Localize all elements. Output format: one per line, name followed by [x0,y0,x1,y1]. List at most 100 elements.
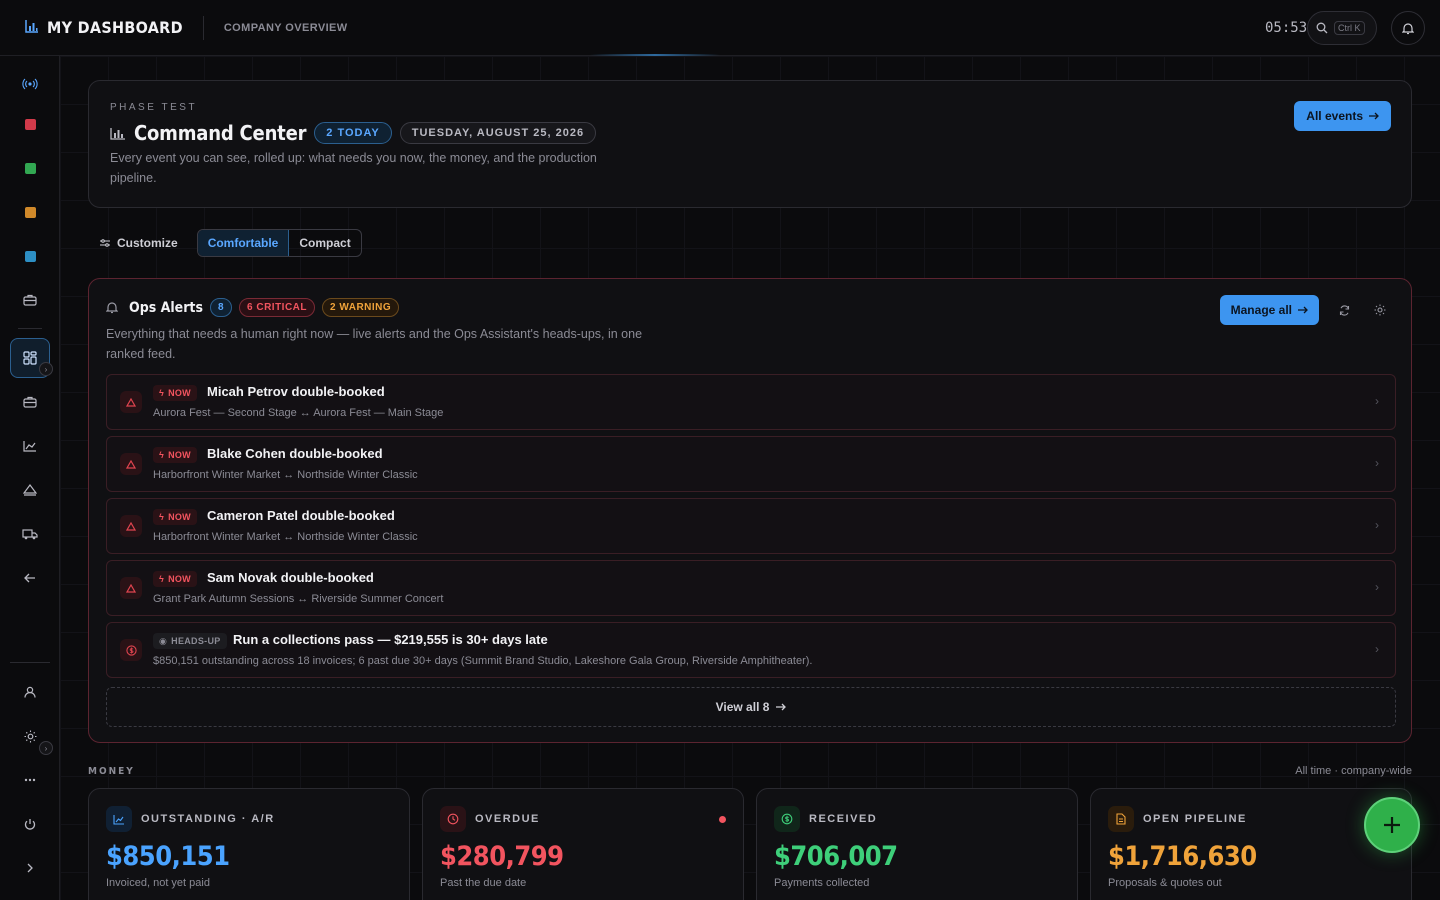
bolt-icon: ϟ [159,574,165,584]
metric-card-received[interactable]: RECEIVED $706,007 Payments collected [756,788,1078,900]
money-scope: All time · company-wide [1295,765,1412,777]
sidebar-item-profile[interactable] [10,672,50,712]
sidebar-item-more[interactable] [10,760,50,800]
metric-card-pipeline[interactable]: OPEN PIPELINE $1,716,630 Proposals & quo… [1090,788,1412,900]
now-tag: ϟ NOW [153,385,197,401]
alert-row[interactable]: ϟ NOW Micah Petrov double-booked Aurora F… [106,374,1396,430]
expand-chevron-icon[interactable]: › [39,362,53,376]
alert-title: Cameron Patel double-booked [207,508,395,523]
all-events-button[interactable]: All events [1294,101,1391,131]
top-bar: MY DASHBOARD COMPANY OVERVIEW 05:53 Ctrl… [0,0,1440,56]
expand-chevron-icon[interactable]: › [39,741,53,755]
manage-all-button[interactable]: Manage all [1219,295,1319,325]
chevron-right-icon: › [1375,580,1379,594]
page-title: Command Center [134,121,307,145]
customize-button[interactable]: Customize [100,236,178,250]
sidebar-item-blue[interactable] [10,236,50,276]
arrow-right-icon [1369,112,1379,120]
chart-icon [23,441,36,452]
density-compact[interactable]: Compact [289,230,360,256]
clock: 05:53 [1265,20,1307,36]
document-icon [1108,806,1134,832]
notifications-button[interactable] [1391,11,1425,45]
card-value: $850,151 [106,841,230,872]
overdue-indicator-dot [719,816,726,823]
sidebar-item-amber[interactable] [10,192,50,232]
clock-icon [440,806,466,832]
card-subtitle: Payments collected [774,877,870,889]
alerts-count-badge: 8 [209,298,233,317]
tag-label: NOW [168,574,191,584]
chevron-right-icon: › [1375,394,1379,408]
bolt-icon: ϟ [159,512,165,522]
brand[interactable]: MY DASHBOARD [0,18,183,37]
alert-subtitle: $850,151 outstanding across 18 invoices;… [153,655,813,667]
card-subtitle: Proposals & quotes out [1108,877,1222,889]
arrow-right-icon [1298,306,1308,314]
shortcut-hint: Ctrl K [1334,21,1365,35]
toolbox-icon [23,294,37,306]
alert-subtitle: Harborfront Winter Market ↔ Northside Wi… [153,469,418,481]
view-all-label: View all 8 [715,700,770,714]
alert-title: Sam Novak double-booked [207,570,374,585]
search-icon [1316,22,1328,34]
view-all-alerts-button[interactable]: View all 8 [106,687,1396,727]
now-tag: ϟ NOW [153,571,197,587]
alert-subtitle: Aurora Fest — Second Stage ↔ Aurora Fest… [153,407,444,419]
alert-row[interactable]: ◉ HEADS-UP Run a collections pass — $219,… [106,622,1396,678]
card-value: $706,007 [774,841,898,872]
settings-icon [1374,304,1386,316]
warning-badge: 2 WARNING [322,298,400,317]
refresh-icon [1339,304,1349,316]
sidebar-item-analytics[interactable] [10,426,50,466]
sidebar-item-back[interactable] [10,558,50,598]
trend-chart-icon [106,806,132,832]
truck-icon [22,529,38,540]
dollar-icon [774,806,800,832]
sidebar-item-green[interactable] [10,148,50,188]
warning-triangle-icon [120,391,142,413]
divider [202,15,204,40]
ops-alerts-title: Ops Alerts [129,299,203,316]
command-center-header: PHASE TEST Command Center 2 TODAY TUESDA… [88,80,1412,208]
power-icon [24,818,36,830]
alert-row[interactable]: ϟ NOW Cameron Patel double-booked Harborf… [106,498,1396,554]
tag-label: NOW [168,512,191,522]
eye-icon: ◉ [159,635,168,646]
ops-alerts-panel: Ops Alerts 8 6 CRITICAL 2 WARNING Everyt… [88,278,1412,743]
bell-icon [106,302,118,314]
bell-icon [1402,22,1414,34]
tag-label: NOW [168,450,191,460]
alert-title: Micah Petrov double-booked [207,384,385,399]
ops-alerts-description: Everything that needs a human right now … [106,327,643,361]
search-button[interactable]: Ctrl K [1307,11,1377,45]
sidebar-item-logout[interactable] [10,804,50,844]
refresh-button[interactable] [1333,299,1355,321]
red-square-icon [24,118,36,130]
sidebar-item-logistics[interactable] [10,514,50,554]
all-events-label: All events [1306,109,1363,123]
alert-settings-button[interactable] [1369,299,1391,321]
critical-badge: 6 CRITICAL [239,298,316,317]
alert-row[interactable]: ϟ NOW Sam Novak double-booked Grant Park … [106,560,1396,616]
grid-icon [23,351,37,365]
metric-card-outstanding[interactable]: OUTSTANDING · A/R $850,151 Invoiced, not… [88,788,410,900]
sidebar-item-live[interactable] [10,64,50,104]
sidebar-item-red[interactable] [10,104,50,144]
page-description: Every event you can see, rolled up: what… [110,151,597,185]
now-tag: ϟ NOW [153,447,197,463]
sidebar-item-stage[interactable] [10,470,50,510]
warning-triangle-icon [120,453,142,475]
sidebar-item-expand[interactable] [10,848,50,888]
add-button[interactable] [1364,797,1420,853]
green-square-icon [24,162,36,174]
alert-title: Blake Cohen double-booked [207,446,383,461]
alert-row[interactable]: ϟ NOW Blake Cohen double-booked Harborfro… [106,436,1396,492]
plus-icon [1384,817,1400,833]
sidebar-item-toolbox[interactable] [10,280,50,320]
customize-label: Customize [117,236,178,250]
metric-card-overdue[interactable]: OVERDUE $280,799 Past the due date [422,788,744,900]
breadcrumb[interactable]: COMPANY OVERVIEW [224,22,348,34]
sidebar-item-briefcase[interactable] [10,382,50,422]
density-comfortable[interactable]: Comfortable [197,230,290,256]
